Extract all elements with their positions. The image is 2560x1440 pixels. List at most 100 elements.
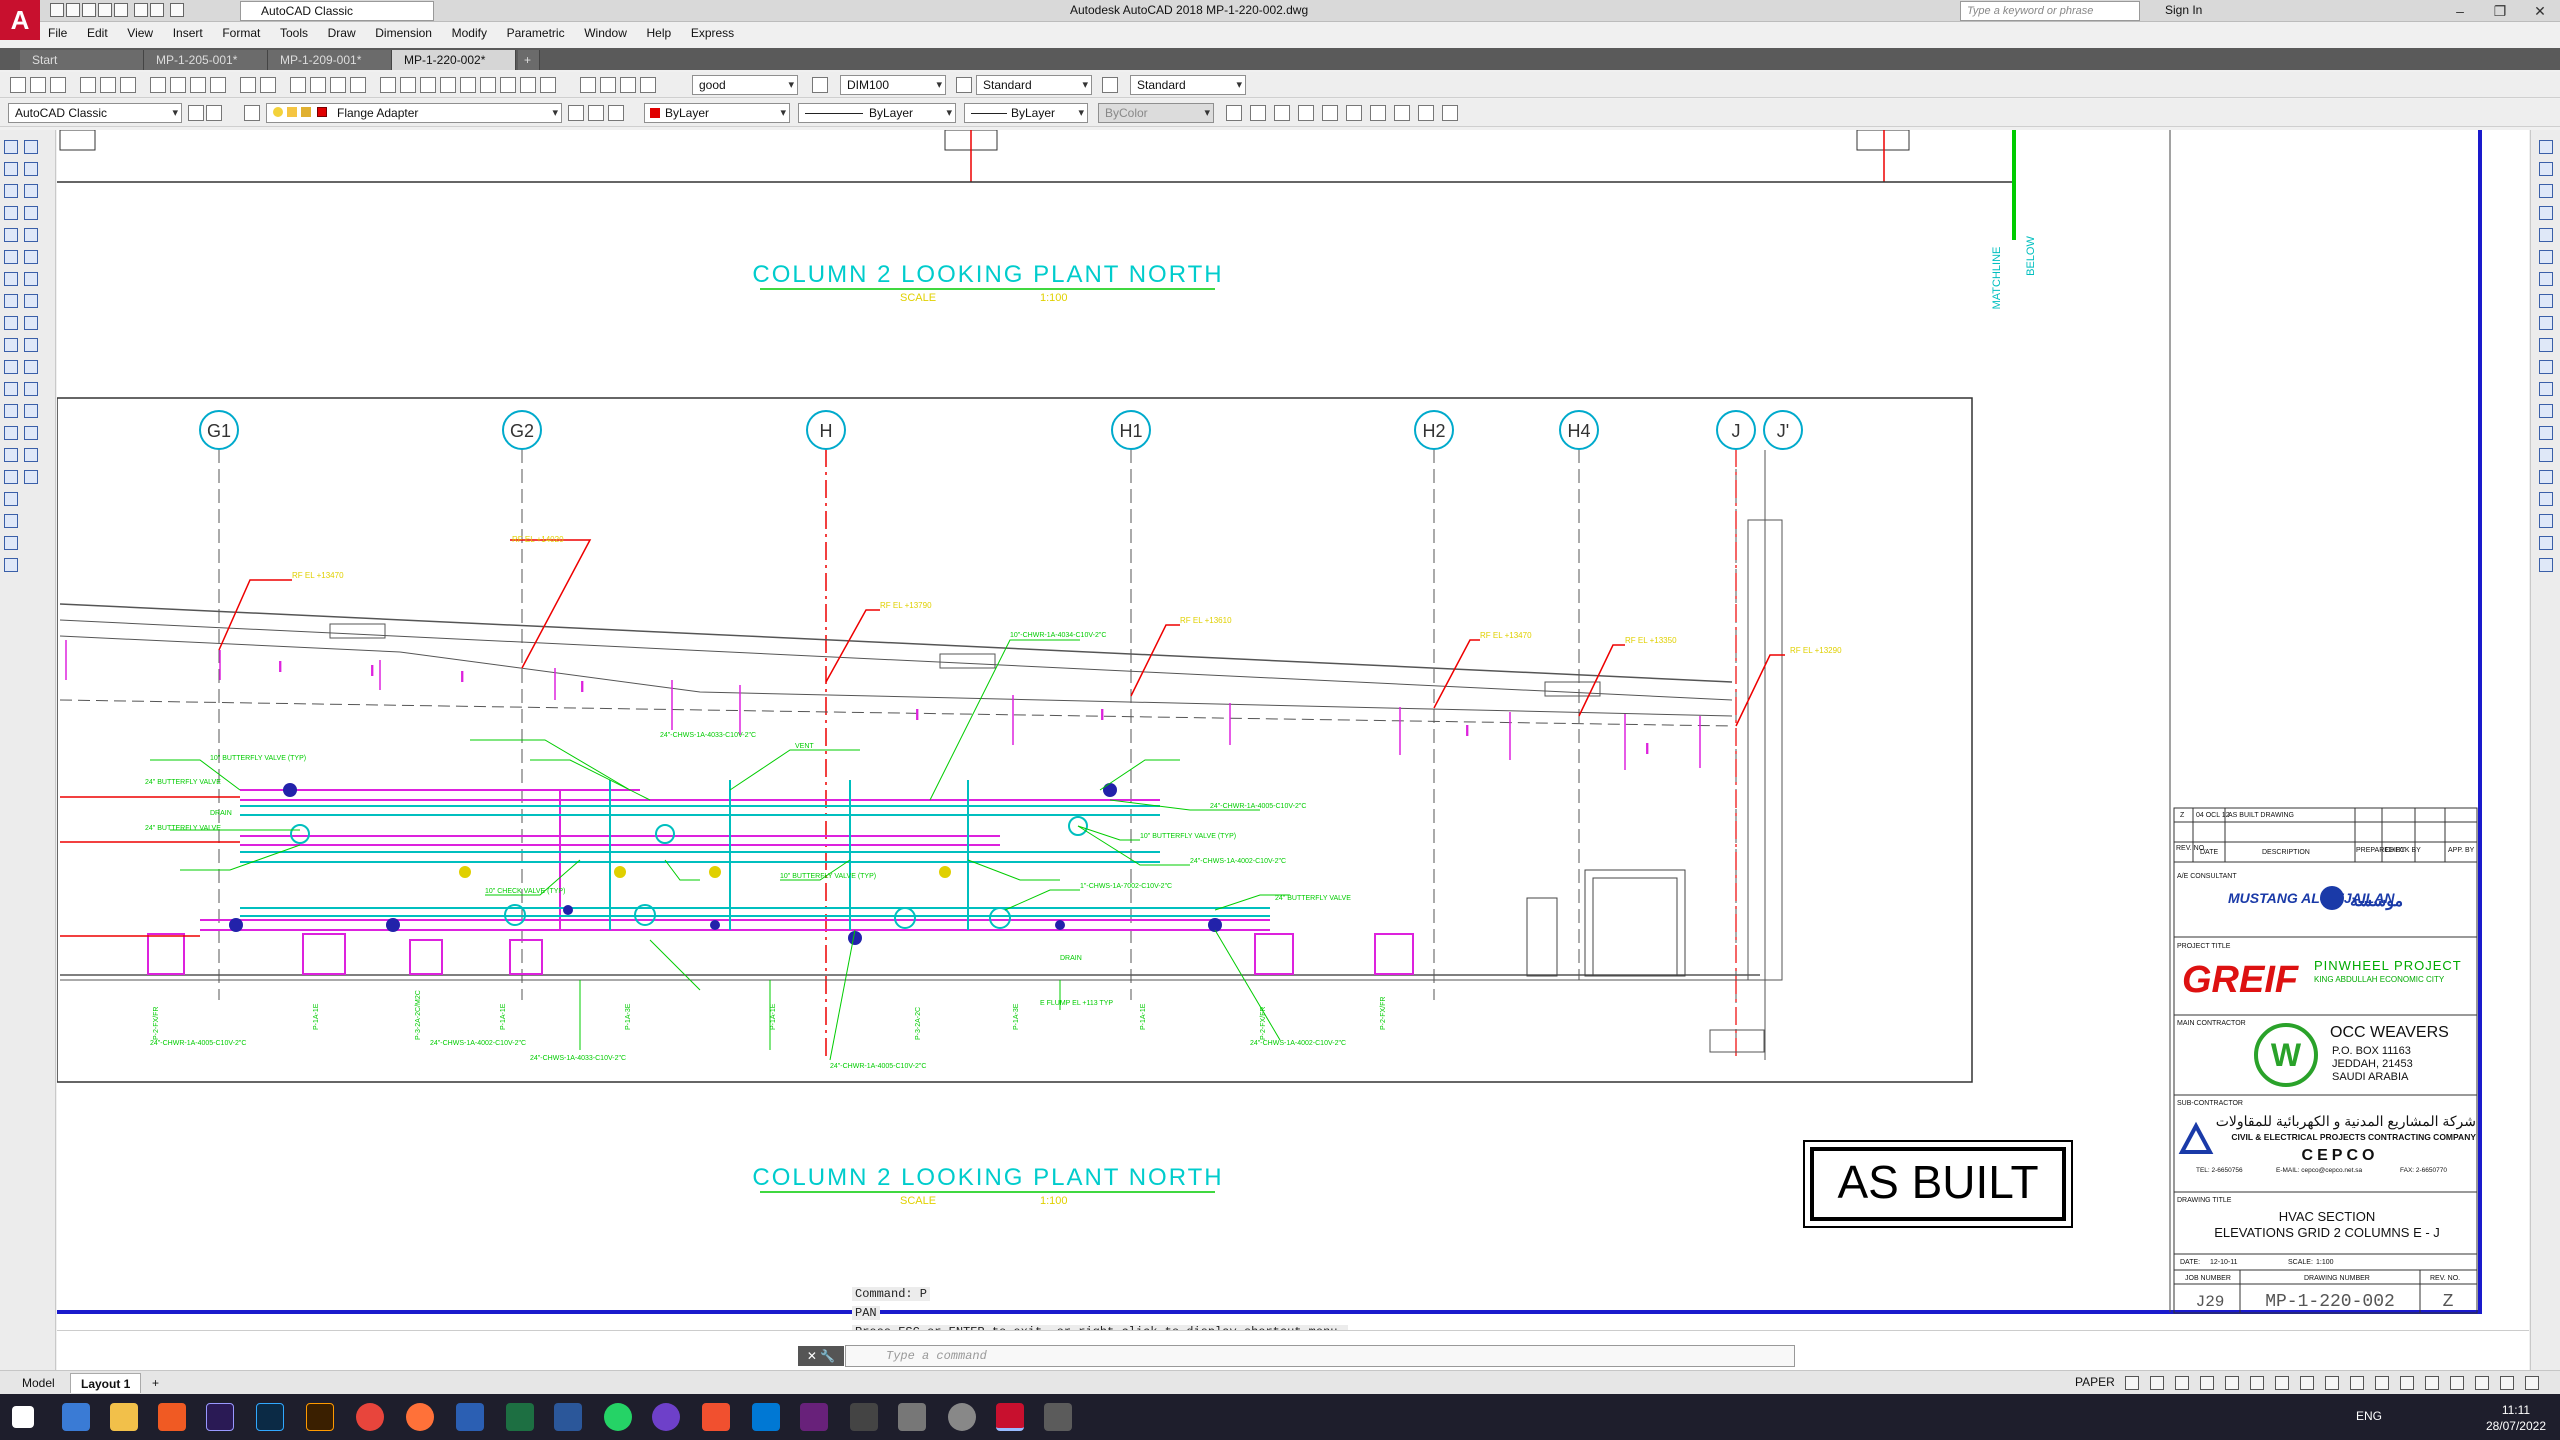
color-dropdown[interactable]: ByLayer <box>644 103 790 123</box>
make-block-icon[interactable] <box>4 404 18 418</box>
tolerance-icon[interactable] <box>2539 426 2553 440</box>
menu-help[interactable]: Help <box>639 22 680 44</box>
share-icon[interactable] <box>170 3 184 17</box>
new-tab-button[interactable]: + <box>518 50 540 70</box>
redo-icon[interactable] <box>260 77 276 93</box>
inspect-icon[interactable] <box>2539 470 2553 484</box>
task-view-icon[interactable] <box>62 1403 90 1431</box>
menu-draw[interactable]: Draw <box>320 22 364 44</box>
osnap-icon[interactable] <box>2225 1376 2239 1390</box>
word-icon[interactable] <box>554 1403 582 1431</box>
sign-in-button[interactable]: Sign In <box>2165 3 2202 17</box>
gradient-icon[interactable] <box>4 470 18 484</box>
break-icon[interactable] <box>24 382 38 396</box>
lineweight-dropdown[interactable]: ByLayer <box>964 103 1088 123</box>
pan-icon[interactable] <box>290 77 306 93</box>
rotate-icon[interactable] <box>24 272 38 286</box>
transparency-icon[interactable] <box>2275 1376 2289 1390</box>
premiere-icon[interactable] <box>206 1403 234 1431</box>
language-indicator[interactable]: ENG <box>2356 1409 2382 1423</box>
tool-icon[interactable] <box>206 105 222 121</box>
tool-icon[interactable] <box>1394 105 1410 121</box>
polygon-icon[interactable] <box>4 206 18 220</box>
brave-icon[interactable] <box>158 1403 186 1431</box>
trim-icon[interactable] <box>24 338 38 352</box>
visual-studio-icon[interactable] <box>800 1403 828 1431</box>
xline-icon[interactable] <box>4 162 18 176</box>
calculator-icon[interactable] <box>1044 1403 1072 1431</box>
plot-icon[interactable] <box>80 77 96 93</box>
isolate-icon[interactable] <box>2475 1376 2489 1390</box>
photoshop-icon[interactable] <box>256 1403 284 1431</box>
preview-icon[interactable] <box>100 77 116 93</box>
tool-icon[interactable] <box>1226 105 1242 121</box>
app-logo[interactable]: A <box>0 0 40 40</box>
firefox-icon[interactable] <box>406 1403 434 1431</box>
tool-app-icon[interactable] <box>948 1403 976 1431</box>
ortho-icon[interactable] <box>2175 1376 2189 1390</box>
mirror-icon[interactable] <box>24 184 38 198</box>
stretch-icon[interactable] <box>24 316 38 330</box>
tool-icon[interactable] <box>620 77 636 93</box>
erase-icon[interactable] <box>24 140 38 154</box>
matchprop-icon[interactable] <box>210 77 226 93</box>
qselect-icon[interactable] <box>500 77 516 93</box>
virtual-machine-icon[interactable] <box>898 1403 926 1431</box>
linetype-dropdown[interactable]: ByLayer <box>798 103 956 123</box>
tool-icon[interactable] <box>1298 105 1314 121</box>
vscode-icon[interactable] <box>752 1403 780 1431</box>
menu-dimension[interactable]: Dimension <box>367 22 440 44</box>
workspace-icon[interactable] <box>2350 1376 2364 1390</box>
circle-icon[interactable] <box>4 272 18 286</box>
copy-icon[interactable] <box>170 77 186 93</box>
paste-icon[interactable] <box>190 77 206 93</box>
lineweight-icon[interactable] <box>2250 1376 2264 1390</box>
diameter-dim-icon[interactable] <box>2539 272 2553 286</box>
rectangle-icon[interactable] <box>4 228 18 242</box>
menu-window[interactable]: Window <box>576 22 635 44</box>
tool-icon[interactable] <box>568 105 584 121</box>
tool-icon[interactable] <box>1418 105 1434 121</box>
revcloud-icon[interactable] <box>4 294 18 308</box>
selection-cycle-icon[interactable] <box>2300 1376 2314 1390</box>
mtext-icon[interactable] <box>4 536 18 550</box>
close-button[interactable]: ✕ <box>2520 0 2560 22</box>
tool-icon[interactable] <box>1370 105 1386 121</box>
ellipse-arc-icon[interactable] <box>4 360 18 374</box>
zoom-previous-icon[interactable] <box>350 77 366 93</box>
excel-icon[interactable] <box>506 1403 534 1431</box>
add-selected-icon[interactable] <box>4 558 18 572</box>
tab-layout-1[interactable]: Layout 1 <box>70 1373 142 1393</box>
design-center-icon[interactable] <box>400 77 416 93</box>
region-icon[interactable] <box>4 492 18 506</box>
calculator-icon[interactable] <box>480 77 496 93</box>
autocad-task-icon[interactable] <box>996 1403 1024 1431</box>
zoom-realtime-icon[interactable] <box>310 77 326 93</box>
cut-icon[interactable] <box>150 77 166 93</box>
tool-palettes-icon[interactable] <box>420 77 436 93</box>
units-icon[interactable] <box>2400 1376 2414 1390</box>
angular-dim-icon[interactable] <box>2539 294 2553 308</box>
illustrator-icon[interactable] <box>306 1403 334 1431</box>
git-icon[interactable] <box>702 1403 730 1431</box>
arc-icon[interactable] <box>4 250 18 264</box>
markup-icon[interactable] <box>460 77 476 93</box>
chamfer-icon[interactable] <box>24 426 38 440</box>
radius-dim-icon[interactable] <box>2539 228 2553 242</box>
explode-icon[interactable] <box>24 470 38 484</box>
array-icon[interactable] <box>24 228 38 242</box>
windows-start-icon[interactable] <box>12 1406 34 1428</box>
github-icon[interactable] <box>652 1403 680 1431</box>
dim-break-icon[interactable] <box>2539 404 2553 418</box>
tool-icon[interactable] <box>1346 105 1362 121</box>
saveas-icon[interactable] <box>98 3 112 17</box>
point-icon[interactable] <box>4 426 18 440</box>
help-icon[interactable] <box>540 77 556 93</box>
minimize-button[interactable]: – <box>2440 0 2480 22</box>
offset-icon[interactable] <box>24 206 38 220</box>
annomonitor-icon[interactable] <box>2375 1376 2389 1390</box>
dim-space-icon[interactable] <box>2539 382 2553 396</box>
save-icon[interactable] <box>82 3 96 17</box>
chrome-icon[interactable] <box>356 1403 384 1431</box>
system-clock[interactable]: 11:11 28/07/2022 <box>2486 1402 2546 1434</box>
